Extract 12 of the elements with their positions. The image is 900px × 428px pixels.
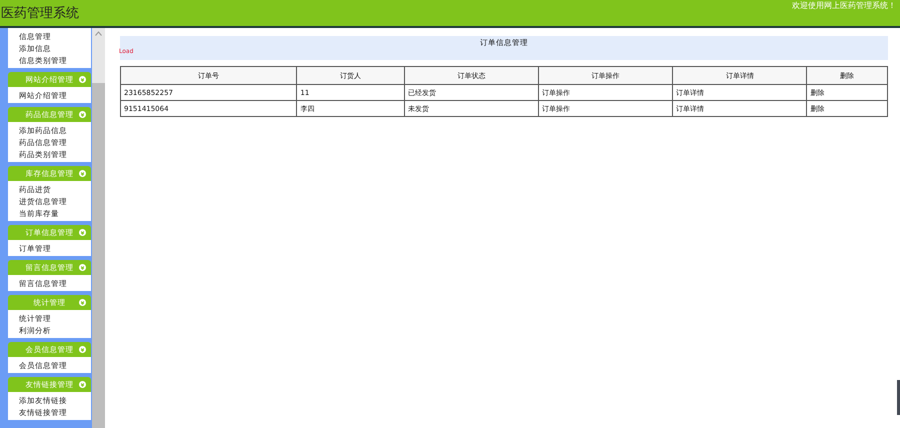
collapse-icon[interactable] bbox=[79, 170, 86, 177]
collapse-icon[interactable] bbox=[79, 229, 86, 236]
collapse-icon[interactable] bbox=[79, 346, 86, 353]
welcome-text: 欢迎使用网上医药管理系统！ bbox=[791, 0, 897, 11]
scrollbar[interactable] bbox=[92, 28, 105, 428]
scroll-up-icon[interactable] bbox=[95, 31, 102, 36]
collapse-icon[interactable] bbox=[79, 111, 86, 118]
collapse-icon[interactable] bbox=[79, 381, 86, 388]
app-title: 医药管理系统 bbox=[0, 5, 79, 22]
collapse-icon[interactable] bbox=[79, 299, 86, 306]
collapse-icon[interactable] bbox=[79, 76, 86, 83]
collapse-icon[interactable] bbox=[79, 264, 86, 271]
